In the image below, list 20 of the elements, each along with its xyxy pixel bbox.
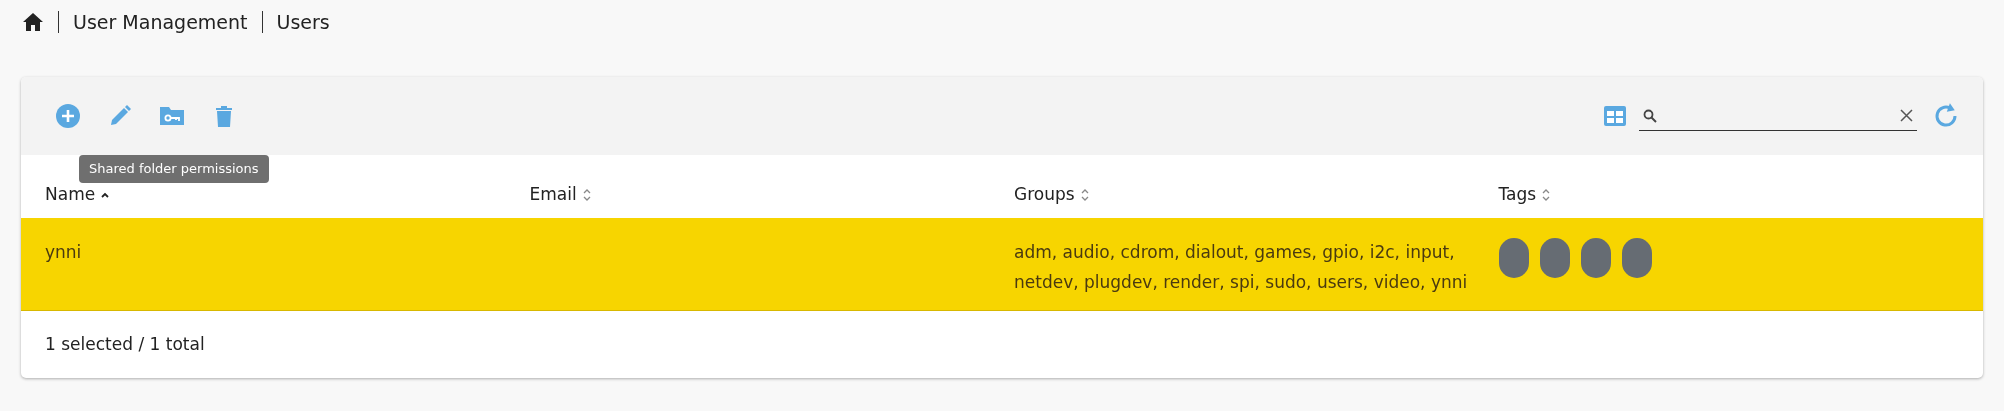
column-header[interactable]: Email <box>529 181 577 208</box>
table-row[interactable]: ynni adm, audio, cdrom, dialout, games, gpio, i2c, input, netdev, plugdev, render, spi, sudo, users, video, ynni <box>21 218 1983 311</box>
add-icon[interactable] <box>55 103 81 129</box>
column-header[interactable]: Name <box>45 181 96 208</box>
table-cell: ynni <box>45 242 82 262</box>
sort-icon[interactable] <box>1079 187 1090 202</box>
home-icon[interactable] <box>22 12 44 32</box>
column-header[interactable]: Groups <box>1014 181 1075 208</box>
table-cell: adm, audio, cdrom, dialout, games, gpio, i2c, input, netdev, plugdev, render, spi, sudo, users, video, ynni <box>1014 242 1468 292</box>
sort-icon[interactable] <box>1541 187 1552 202</box>
table-view-icon[interactable] <box>1603 105 1627 127</box>
tooltip: Shared folder permissions <box>79 155 269 183</box>
breadcrumb-link[interactable]: User Management <box>73 7 248 37</box>
refresh-icon[interactable] <box>1933 103 1959 129</box>
sort-icon[interactable] <box>581 187 592 202</box>
column-header[interactable]: Tags <box>1498 181 1537 208</box>
search-icon <box>1643 108 1657 123</box>
clear-icon[interactable] <box>1900 109 1913 122</box>
selection-count: 1 selected / 1 total <box>45 332 205 356</box>
breadcrumb-link[interactable]: Users <box>276 7 330 37</box>
